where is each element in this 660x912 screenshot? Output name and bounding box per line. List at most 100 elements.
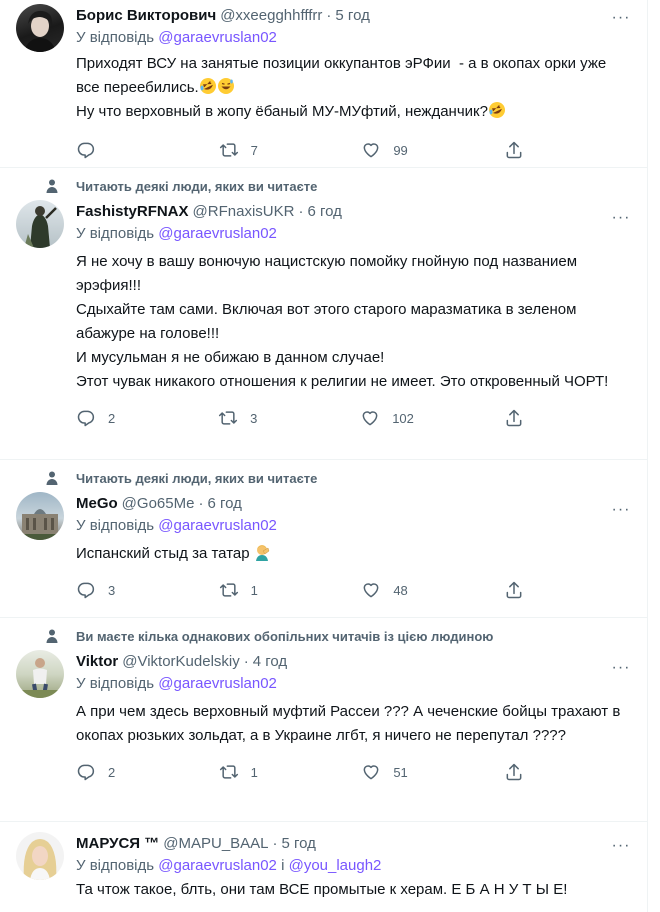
- reply-count: 3: [108, 582, 116, 598]
- tweet-actions: 3 1 48: [76, 572, 536, 608]
- more-dots-icon[interactable]: ···: [611, 208, 631, 228]
- tweet-marusya[interactable]: МАРУСЯ ™ @MAPU_BAAL · 5 год У відповідь …: [0, 822, 647, 912]
- tweet-text-line: Та чтож такое, блть, они там ВСЕ промыты…: [76, 881, 568, 898]
- reply-count: 2: [108, 410, 116, 426]
- like-button[interactable]: 99: [361, 140, 413, 160]
- display-name[interactable]: Viktor: [76, 653, 118, 670]
- tweet-actions: 2 3 102: [76, 400, 536, 436]
- display-name[interactable]: MeGo: [76, 495, 118, 512]
- share-button[interactable]: [504, 408, 536, 428]
- reply-button[interactable]: 2: [76, 762, 128, 782]
- reply-button[interactable]: 2: [76, 408, 128, 428]
- avatar[interactable]: [16, 832, 64, 880]
- reply-feed: Борис Викторович @xxeegghhfffrr · 5 год …: [0, 0, 648, 912]
- person-icon: [46, 471, 58, 485]
- reply-button[interactable]: 3: [76, 580, 128, 600]
- tweet-text-line: Этот чувак никакого отношения к религии …: [76, 373, 609, 390]
- tweet-boris[interactable]: Борис Викторович @xxeegghhfffrr · 5 год …: [0, 0, 647, 168]
- reply-bubble-icon: [77, 582, 95, 599]
- more-dots-icon[interactable]: ···: [611, 8, 631, 28]
- social-context-text: Читають деякі люди, яких ви читаєте: [76, 470, 318, 486]
- share-button[interactable]: [504, 762, 536, 782]
- person-icon: [46, 179, 58, 193]
- more-dots-icon[interactable]: ···: [611, 658, 631, 678]
- separator-dot: ·: [298, 202, 304, 220]
- heart-icon: [363, 765, 379, 780]
- tweet-mego[interactable]: Читають деякі люди, яких ви читаєте MeGo…: [0, 468, 647, 618]
- timestamp[interactable]: 5 год: [335, 7, 369, 24]
- more-dots-icon[interactable]: ···: [611, 500, 631, 520]
- retweet-arrows-icon: [219, 583, 238, 597]
- timestamp[interactable]: 5 год: [282, 835, 316, 852]
- user-handle[interactable]: @RFnaxisUKR: [193, 203, 295, 220]
- user-handle[interactable]: @ViktorKudelskiy: [122, 653, 240, 670]
- share-button[interactable]: [504, 140, 536, 160]
- share-upload-icon: [506, 409, 522, 427]
- tweet-header: Viktor @ViktorKudelskiy · 4 год: [76, 650, 631, 672]
- rofl-emoji-icon: [488, 102, 505, 118]
- user-handle[interactable]: @Go65Me: [122, 495, 195, 512]
- reply-bubble-icon: [77, 410, 95, 427]
- avatar[interactable]: [16, 650, 64, 698]
- social-context-text: Ви маєте кілька однакових обопільних чит…: [76, 628, 494, 644]
- reply-prefix: У відповідь: [76, 517, 155, 534]
- like-button[interactable]: 51: [361, 762, 413, 782]
- reply-to-line: У відповідь @garaevruslan02: [76, 516, 631, 536]
- display-name[interactable]: Борис Викторович: [76, 7, 216, 24]
- reply-prefix: У відповідь: [76, 225, 155, 242]
- social-context: Ви маєте кілька однакових обопільних чит…: [16, 626, 631, 646]
- social-context: Читають деякі люди, яких ви читаєте: [16, 468, 631, 488]
- tweet-header: FashistyRFNAX @RFnaxisUKR · 6 год: [76, 200, 631, 222]
- more-dots-icon[interactable]: ···: [611, 836, 631, 856]
- tweet-text-line: Испанский стыд за татар: [76, 542, 631, 566]
- heart-icon: [363, 143, 379, 158]
- avatar[interactable]: [16, 200, 64, 248]
- share-button[interactable]: [504, 580, 536, 600]
- like-button[interactable]: 102: [360, 408, 414, 428]
- like-button[interactable]: 48: [361, 580, 413, 600]
- retweet-count: 1: [250, 764, 258, 780]
- tweet-fashistyrfnax[interactable]: Читають деякі люди, яких ви читаєте Fash…: [0, 176, 647, 460]
- timestamp[interactable]: 4 год: [253, 653, 287, 670]
- reply-prefix: У відповідь: [76, 675, 155, 692]
- reply-mention-link[interactable]: @garaevruslan02: [158, 225, 277, 242]
- reply-mention-link[interactable]: @garaevruslan02: [158, 675, 277, 692]
- reply-mention-link[interactable]: @garaevruslan02: [158, 29, 277, 46]
- reply-prefix: У відповідь: [76, 29, 155, 46]
- timestamp[interactable]: 6 год: [207, 495, 241, 512]
- timestamp[interactable]: 6 год: [307, 203, 341, 220]
- heart-icon: [363, 583, 379, 598]
- tweet-text: А при чем здесь верховный муфтий Рассеи …: [76, 700, 631, 748]
- display-name[interactable]: FashistyRFNAX: [76, 203, 189, 220]
- avatar[interactable]: [16, 4, 64, 52]
- tweet-text-line: Приходят ВСУ на занятые позиции оккупант…: [76, 55, 611, 96]
- share-upload-icon: [506, 141, 522, 159]
- tweet-viktor[interactable]: Ви маєте кілька однакових обопільних чит…: [0, 626, 647, 822]
- avatar[interactable]: [16, 492, 64, 540]
- user-handle[interactable]: @xxeegghhfffrr: [220, 7, 322, 24]
- reply-mention-link[interactable]: @garaevruslan02: [158, 517, 277, 534]
- like-count: 48: [393, 582, 408, 598]
- reply-mention-link[interactable]: @garaevruslan02: [158, 857, 277, 874]
- reply-prefix: У відповідь: [76, 857, 155, 874]
- retweet-button[interactable]: 7: [219, 140, 271, 160]
- display-name[interactable]: МАРУСЯ ™: [76, 835, 159, 852]
- reply-button[interactable]: [76, 140, 128, 160]
- retweet-count: 7: [250, 142, 258, 158]
- tweet-header: Борис Викторович @xxeegghhfffrr · 5 год: [76, 4, 631, 26]
- separator-dot: ·: [198, 494, 204, 512]
- tweet-text-line: Сдыхайте там сами. Включая вот этого ста…: [76, 301, 581, 342]
- tweet-text: Испанский стыд за татар: [76, 542, 631, 566]
- reply-and: і: [281, 857, 285, 874]
- retweet-arrows-icon: [219, 411, 238, 425]
- separator-dot: ·: [243, 652, 249, 670]
- social-context: Читають деякі люди, яких ви читаєте: [16, 176, 631, 196]
- person-icon: [46, 629, 58, 643]
- retweet-button[interactable]: 1: [219, 580, 271, 600]
- user-handle[interactable]: @MAPU_BAAL: [163, 835, 268, 852]
- retweet-button[interactable]: 3: [218, 408, 270, 428]
- retweet-button[interactable]: 1: [219, 762, 271, 782]
- separator-dot: ·: [326, 6, 332, 24]
- tweet-header: MeGo @Go65Me · 6 год: [76, 492, 631, 514]
- reply-mention-link[interactable]: @you_laugh2: [289, 857, 382, 874]
